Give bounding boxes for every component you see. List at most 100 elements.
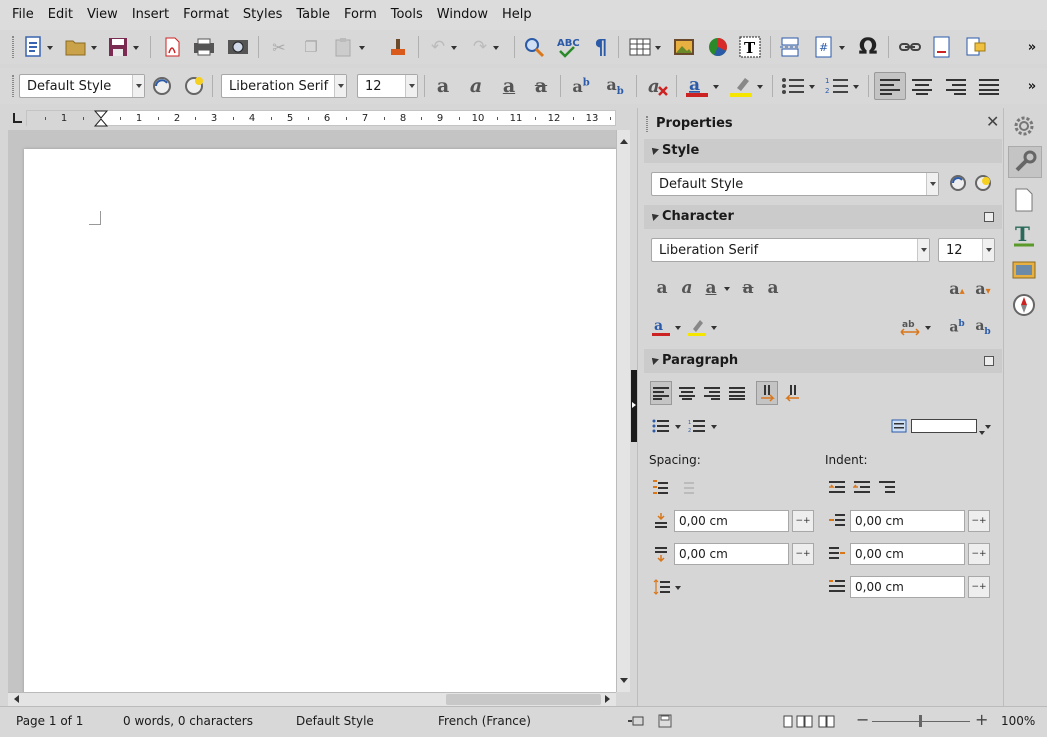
update-style-button[interactable] xyxy=(150,74,174,98)
sidebar-align-center-button[interactable] xyxy=(676,381,698,405)
style-section-header[interactable]: Style xyxy=(644,139,1002,163)
update-style-icon[interactable] xyxy=(949,174,967,192)
decrease-indent-icon[interactable] xyxy=(853,478,871,496)
close-icon[interactable]: ✕ xyxy=(986,112,999,131)
zoom-in-button[interactable]: + xyxy=(975,710,988,729)
single-page-view-icon[interactable] xyxy=(782,715,794,729)
superscript-button[interactable]: ab xyxy=(568,74,594,98)
sidebar-font-combo[interactable]: Liberation Serif xyxy=(651,238,930,262)
menu-view[interactable]: View xyxy=(80,0,125,30)
above-spacing-spinner[interactable]: −+ xyxy=(792,510,814,532)
multi-page-view-icon[interactable] xyxy=(796,715,814,729)
first-line-indent-spinner[interactable]: −+ xyxy=(968,576,990,598)
new-style-button[interactable] xyxy=(182,74,206,98)
scroll-right-icon[interactable] xyxy=(605,695,614,703)
menu-format[interactable]: Format xyxy=(176,0,236,30)
menu-help[interactable]: Help xyxy=(495,0,539,30)
redo-button[interactable]: ↷ xyxy=(470,35,499,59)
undo-button[interactable]: ↶ xyxy=(428,35,457,59)
clear-formatting-button[interactable]: a xyxy=(646,74,670,98)
chevron-down-icon[interactable] xyxy=(985,425,991,432)
after-indent-input[interactable]: 0,00 cm xyxy=(850,543,965,565)
sidebar-underline-button[interactable]: a xyxy=(701,276,730,300)
insert-comment-button[interactable] xyxy=(964,35,988,59)
align-right-button[interactable] xyxy=(944,74,968,98)
chevron-down-icon[interactable] xyxy=(334,75,346,97)
scroll-down-icon[interactable] xyxy=(620,678,628,687)
sidebar-bold-button[interactable]: a xyxy=(652,276,672,300)
insert-textbox-button[interactable]: T xyxy=(738,35,762,59)
increase-font-button[interactable]: a▴ xyxy=(946,276,968,300)
menu-tools[interactable]: Tools xyxy=(384,0,430,30)
sidebar-numbered-list-button[interactable]: 12 xyxy=(686,414,717,438)
indent-marker-icon[interactable] xyxy=(94,110,108,127)
menu-edit[interactable]: Edit xyxy=(41,0,80,30)
writing-direction-ltr-button[interactable] xyxy=(756,381,778,405)
font-size-combo[interactable]: 12 xyxy=(357,74,418,98)
formatting-marks-button[interactable]: ¶ xyxy=(590,35,612,59)
paragraph-style-combo[interactable]: Default Style xyxy=(19,74,145,98)
character-section-header[interactable]: Character xyxy=(644,205,1002,229)
highlight-color-button[interactable] xyxy=(728,74,763,98)
font-name-combo[interactable]: Liberation Serif xyxy=(221,74,347,98)
spelling-button[interactable]: ABC xyxy=(556,35,580,59)
horizontal-ruler[interactable]: 1 1 2 3 4 5 6 7 8 9 10 11 12 13 xyxy=(26,110,616,127)
language-status[interactable]: French (France) xyxy=(438,707,531,735)
align-center-button[interactable] xyxy=(910,74,934,98)
hanging-indent-icon[interactable] xyxy=(878,478,896,496)
toolbar-grip[interactable] xyxy=(12,75,14,97)
more-options-icon[interactable] xyxy=(984,356,994,366)
export-pdf-button[interactable] xyxy=(160,35,184,59)
character-spacing-button[interactable]: ab xyxy=(898,315,931,339)
sidebar-style-combo[interactable]: Default Style xyxy=(651,172,939,196)
background-color-button[interactable] xyxy=(890,414,908,438)
scroll-up-icon[interactable] xyxy=(620,135,628,144)
align-left-button[interactable] xyxy=(874,72,906,100)
book-view-icon[interactable] xyxy=(818,715,836,729)
decrease-spacing-icon[interactable] xyxy=(678,478,696,496)
toolbar-grip[interactable] xyxy=(12,36,14,58)
zoom-slider-thumb[interactable] xyxy=(919,715,922,727)
menu-insert[interactable]: Insert xyxy=(125,0,176,30)
insert-chart-button[interactable] xyxy=(706,35,730,59)
strikethrough-button[interactable]: a xyxy=(530,74,552,98)
sidebar-justify-button[interactable] xyxy=(726,381,748,405)
sidebar-subscript-button[interactable]: ab xyxy=(972,315,994,339)
underline-button[interactable]: a xyxy=(498,74,520,98)
print-preview-button[interactable] xyxy=(226,35,250,59)
sidebar-italic-button[interactable]: a xyxy=(677,276,697,300)
sidebar-superscript-button[interactable]: ab xyxy=(946,315,968,339)
zoom-out-button[interactable]: − xyxy=(856,710,869,729)
sidebar-font-color-button[interactable]: a xyxy=(650,315,681,339)
insert-hyperlink-button[interactable] xyxy=(898,35,922,59)
below-spacing-input[interactable]: 0,00 cm xyxy=(674,543,789,565)
chevron-down-icon[interactable] xyxy=(917,239,929,261)
chevron-down-icon[interactable] xyxy=(982,239,994,261)
menu-window[interactable]: Window xyxy=(430,0,495,30)
italic-button[interactable]: a xyxy=(465,74,487,98)
tab-stop-type-icon[interactable] xyxy=(12,112,24,124)
page-count-status[interactable]: Page 1 of 1 xyxy=(16,707,83,735)
find-replace-button[interactable] xyxy=(522,35,546,59)
increase-spacing-icon[interactable] xyxy=(652,478,670,496)
paragraph-section-header[interactable]: Paragraph xyxy=(644,349,1002,373)
menu-form[interactable]: Form xyxy=(337,0,384,30)
subscript-button[interactable]: ab xyxy=(602,74,628,98)
numbered-list-button[interactable]: 12 xyxy=(824,74,859,98)
writing-direction-rtl-button[interactable] xyxy=(782,381,804,405)
more-options-icon[interactable] xyxy=(984,212,994,222)
scroll-left-icon[interactable] xyxy=(10,695,19,703)
save-button[interactable] xyxy=(106,35,139,59)
first-line-indent-input[interactable]: 0,00 cm xyxy=(850,576,965,598)
gear-icon[interactable] xyxy=(1012,114,1036,138)
vertical-scrollbar[interactable] xyxy=(616,130,630,692)
sidebar-align-right-button[interactable] xyxy=(701,381,723,405)
before-indent-input[interactable]: 0,00 cm xyxy=(850,510,965,532)
chevron-down-icon[interactable] xyxy=(926,173,938,195)
open-button[interactable] xyxy=(64,35,97,59)
sidebar-highlight-button[interactable] xyxy=(686,315,717,339)
menu-file[interactable]: File xyxy=(5,0,41,30)
chevron-down-icon[interactable] xyxy=(132,75,144,97)
increase-indent-icon[interactable] xyxy=(828,478,846,496)
scrollbar-thumb[interactable] xyxy=(446,694,601,705)
